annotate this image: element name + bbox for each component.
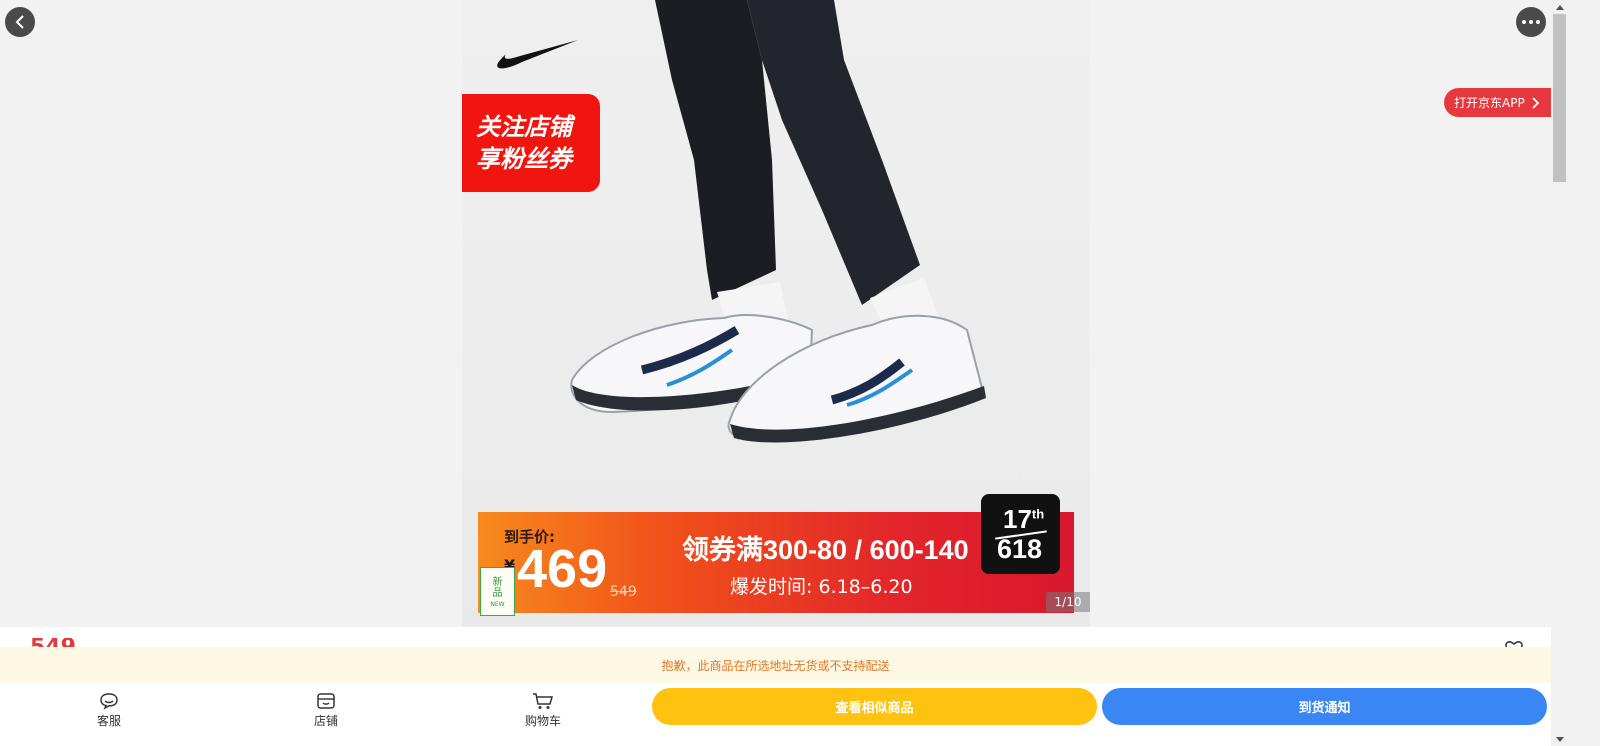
shop-button[interactable]: 店铺: [296, 690, 356, 729]
shop-label: 店铺: [313, 714, 338, 728]
scroll-up-arrow-icon[interactable]: [1551, 0, 1568, 14]
follow-store-badge[interactable]: 关注店铺 享粉丝券: [462, 94, 600, 192]
page-scrollbar[interactable]: [1551, 0, 1568, 746]
banner-time-text: 爆发时间: 6.18–6.20: [730, 576, 913, 598]
stock-notice-text: 抱歉，此商品在所选地址无货或不支持配送: [661, 658, 890, 673]
banner-original-price: 549: [610, 584, 637, 600]
banner-coupon-text: 领券满300-80 / 600-140: [682, 535, 969, 565]
store-icon: [317, 693, 335, 709]
scroll-thumb[interactable]: [1553, 14, 1566, 182]
open-app-label: 打开京东APP: [1454, 96, 1525, 110]
cart-icon: [533, 693, 553, 709]
arrival-notify-button[interactable]: 到货通知: [1102, 688, 1547, 725]
view-similar-button[interactable]: 查看相似商品: [652, 688, 1097, 725]
product-image-carousel[interactable]: 关注店铺 享粉丝券 到手价: ¥ 469 549 领券满300-80 / 600…: [462, 0, 1090, 627]
product-detail-strip: [0, 627, 1551, 649]
stock-notice: 抱歉，此商品在所选地址无货或不支持配送: [0, 647, 1551, 683]
cart-label: 购物车: [524, 714, 561, 728]
back-button[interactable]: [5, 7, 35, 37]
event-618-badge: 17th 618: [981, 494, 1060, 574]
service-label: 客服: [96, 714, 121, 728]
cart-button[interactable]: 购物车: [513, 690, 573, 729]
customer-service-button[interactable]: 客服: [79, 690, 139, 729]
follow-badge-line1: 关注店铺: [476, 113, 572, 141]
image-page-indicator: 1/10: [1046, 592, 1090, 612]
trouser-left-leg: [655, 0, 776, 300]
more-dots-icon: [1522, 20, 1540, 24]
follow-badge-line2: 享粉丝券: [476, 145, 572, 173]
event-badge-number: 17th: [1003, 504, 1045, 534]
chat-icon: [100, 693, 118, 710]
banner-price: 469: [517, 539, 608, 599]
open-jd-app-button[interactable]: 打开京东APP: [1444, 88, 1551, 117]
more-button[interactable]: [1516, 7, 1546, 37]
event-badge-618: 618: [997, 534, 1043, 564]
chevron-left-icon: [15, 15, 24, 29]
scroll-down-arrow-icon[interactable]: [1551, 732, 1568, 746]
nike-logo: [497, 40, 578, 69]
new-product-badge: 新 品 NEW: [480, 567, 515, 616]
chevron-right-icon: [1532, 96, 1539, 109]
